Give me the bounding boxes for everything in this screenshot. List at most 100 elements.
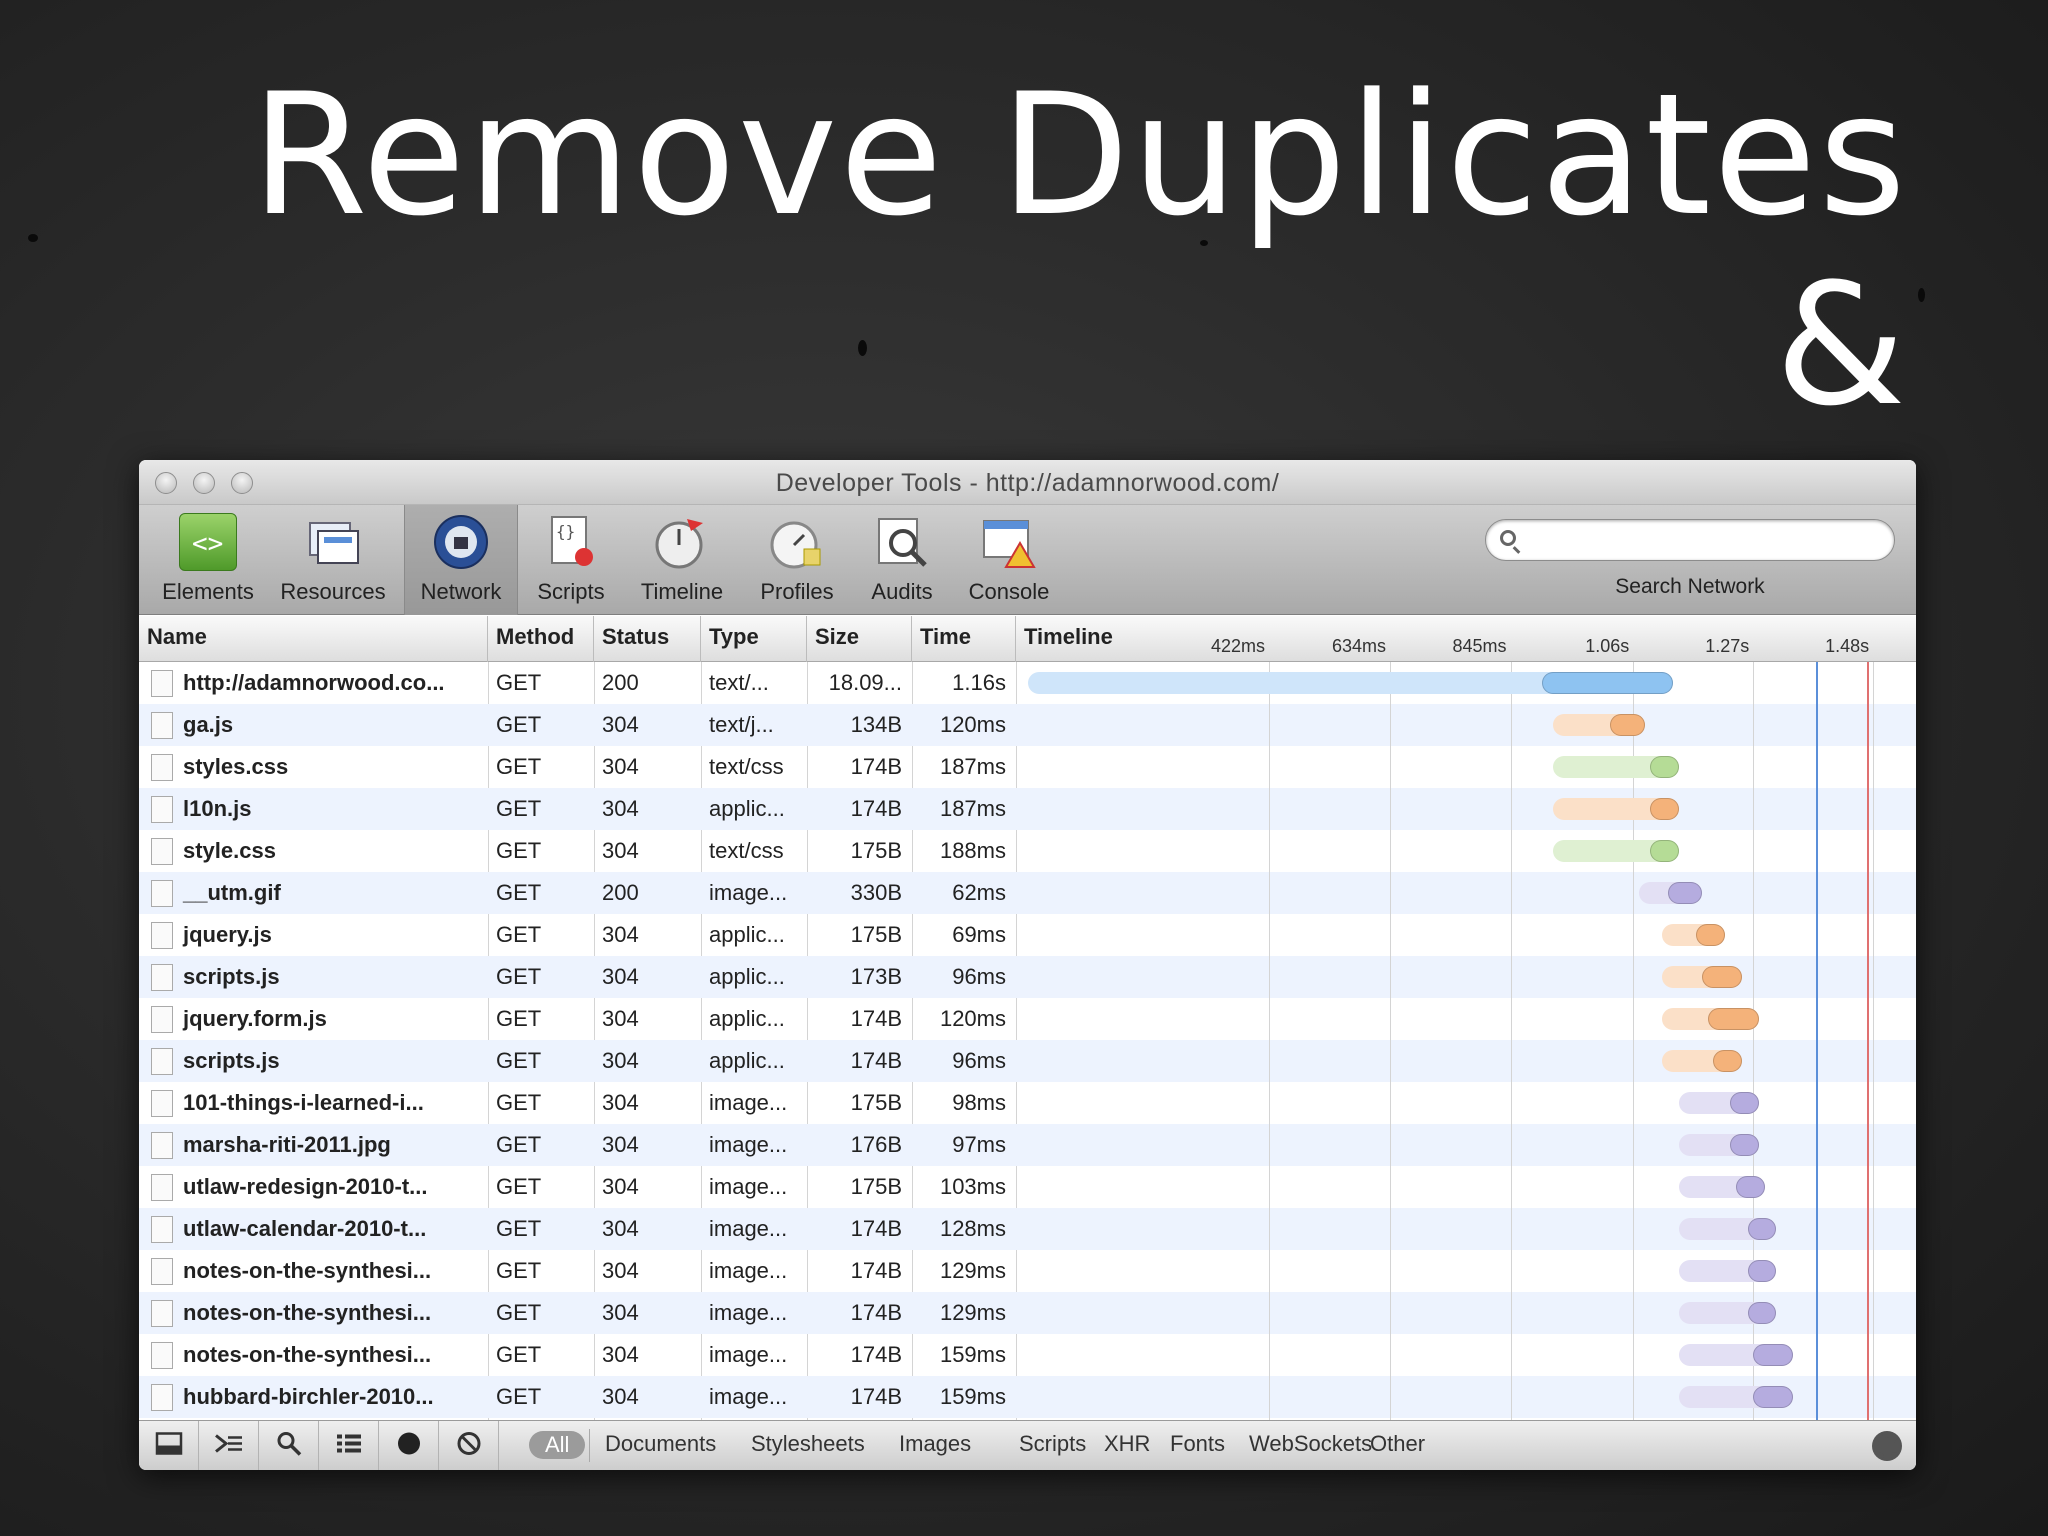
cell-name: marsha-riti-2011.jpg <box>139 1124 488 1166</box>
record-button[interactable] <box>379 1421 439 1470</box>
file-icon <box>151 1384 173 1411</box>
tab-profiles-label: Profiles <box>760 579 834 604</box>
cell-size: 175B <box>850 838 902 863</box>
cell-status: 304 <box>602 964 639 989</box>
cell-name-text: jquery.js <box>183 922 272 947</box>
filter-other[interactable]: Other <box>1370 1431 1425 1457</box>
window-titlebar[interactable]: Developer Tools - http://adamnorwood.com… <box>139 460 1916 505</box>
cell-name-text: scripts.js <box>183 1048 280 1073</box>
file-icon <box>151 1342 173 1369</box>
timeline-bar[interactable] <box>1679 1344 1794 1366</box>
tab-network-label: Network <box>420 579 502 604</box>
timeline-bar[interactable] <box>1639 882 1702 904</box>
tab-profiles[interactable]: Profiles <box>745 505 849 615</box>
column-size[interactable]: Size <box>807 616 912 662</box>
cell-method: GET <box>496 796 542 821</box>
filter-stylesheets[interactable]: Stylesheets <box>751 1431 865 1457</box>
cell-type: image... <box>709 1384 788 1409</box>
load-event-line <box>1867 662 1870 1420</box>
timeline-bar-receiving <box>1541 672 1674 694</box>
timeline-bar-receiving <box>1730 1134 1759 1156</box>
details-button[interactable] <box>319 1421 379 1470</box>
timeline-bar[interactable] <box>1553 756 1679 778</box>
timeline-bar[interactable] <box>1661 924 1725 946</box>
cell-name: 101-things-i-learned-i... <box>139 1082 488 1124</box>
settings-gear-icon[interactable] <box>1872 1431 1902 1461</box>
column-name[interactable]: Name <box>139 616 488 662</box>
audits-icon <box>873 513 931 571</box>
timeline-bar[interactable] <box>1553 714 1645 736</box>
filter-all[interactable]: All <box>529 1431 586 1459</box>
cell-name-text: __utm.gif <box>183 880 281 905</box>
dock-button[interactable] <box>139 1421 199 1470</box>
dom-content-loaded-line <box>1816 662 1819 1420</box>
timeline-bar[interactable] <box>1028 672 1674 694</box>
tab-console[interactable]: Console <box>955 505 1063 615</box>
cell-name-text: utlaw-calendar-2010-t... <box>183 1216 427 1241</box>
tab-network[interactable]: Network <box>404 505 518 615</box>
filter-documents[interactable]: Documents <box>605 1431 716 1457</box>
column-type[interactable]: Type <box>701 616 807 662</box>
cell-status: 304 <box>602 1300 639 1325</box>
cell-name-text: http://adamnorwood.co... <box>183 670 445 695</box>
filter-fonts[interactable]: Fonts <box>1170 1431 1225 1457</box>
cell-status: 304 <box>602 1006 639 1031</box>
cell-size: 176B <box>850 1132 902 1157</box>
tab-scripts[interactable]: {} Scripts <box>525 505 617 615</box>
tab-timeline[interactable]: Timeline <box>625 505 739 615</box>
timeline-bar[interactable] <box>1661 1050 1742 1072</box>
cell-size: 175B <box>850 1090 902 1115</box>
cell-name-text: notes-on-the-synthesi... <box>183 1300 432 1325</box>
column-method[interactable]: Method <box>488 616 594 662</box>
svg-text:<>: <> <box>192 529 223 559</box>
timeline-bar[interactable] <box>1679 1176 1765 1198</box>
timeline-gridline <box>1510 662 1512 1420</box>
timeline-bar[interactable] <box>1661 966 1742 988</box>
file-icon <box>151 1090 173 1117</box>
search-field[interactable] <box>1485 519 1895 561</box>
timeline-bar[interactable] <box>1679 1302 1777 1324</box>
tab-resources[interactable]: Resources <box>271 505 395 615</box>
timeline-bar[interactable] <box>1553 840 1679 862</box>
cell-type: image... <box>709 880 788 905</box>
cell-type: image... <box>709 1258 788 1283</box>
tab-elements[interactable]: <> Elements <box>153 505 263 615</box>
filter-websockets[interactable]: WebSockets <box>1249 1431 1372 1457</box>
timeline-bar[interactable] <box>1679 1092 1759 1114</box>
column-status[interactable]: Status <box>594 616 701 662</box>
timeline-bar[interactable] <box>1679 1260 1777 1282</box>
filter-images[interactable]: Images <box>899 1431 971 1457</box>
timeline-bar[interactable] <box>1679 1134 1759 1156</box>
search-button[interactable] <box>259 1421 319 1470</box>
cell-size: 330B <box>850 880 902 905</box>
file-icon <box>151 1174 173 1201</box>
console-prompt-button[interactable] <box>199 1421 259 1470</box>
tab-resources-label: Resources <box>280 579 386 604</box>
dock-icon <box>155 1432 183 1461</box>
timeline-gridline <box>1390 662 1392 1420</box>
cell-time: 187ms <box>939 754 1006 779</box>
timeline-bar[interactable] <box>1661 1008 1759 1030</box>
cell-type: image... <box>709 1216 788 1241</box>
cell-size: 174B <box>850 1342 902 1367</box>
background-speck <box>28 234 38 242</box>
cell-status: 200 <box>602 880 639 905</box>
cell-time: 69ms <box>952 922 1006 947</box>
search-label: Search Network <box>1615 575 1765 598</box>
clear-button[interactable] <box>439 1421 499 1470</box>
search-input[interactable] <box>1530 528 1880 554</box>
timeline-bar[interactable] <box>1679 1218 1777 1240</box>
cell-type: image... <box>709 1342 788 1367</box>
timeline-bar[interactable] <box>1679 1386 1794 1408</box>
filter-scripts[interactable]: Scripts <box>1019 1431 1086 1457</box>
timeline-gridline <box>1873 662 1875 1420</box>
file-icon <box>151 670 173 697</box>
search-icon <box>1500 530 1516 546</box>
slide-title: Remove Duplicates & <box>251 60 1908 440</box>
profiles-icon <box>768 513 826 571</box>
timeline-bar-receiving <box>1610 714 1645 736</box>
timeline-bar[interactable] <box>1553 798 1679 820</box>
tab-audits[interactable]: Audits <box>855 505 949 615</box>
filter-xhr[interactable]: XHR <box>1104 1431 1150 1457</box>
column-time[interactable]: Time <box>912 616 1016 662</box>
